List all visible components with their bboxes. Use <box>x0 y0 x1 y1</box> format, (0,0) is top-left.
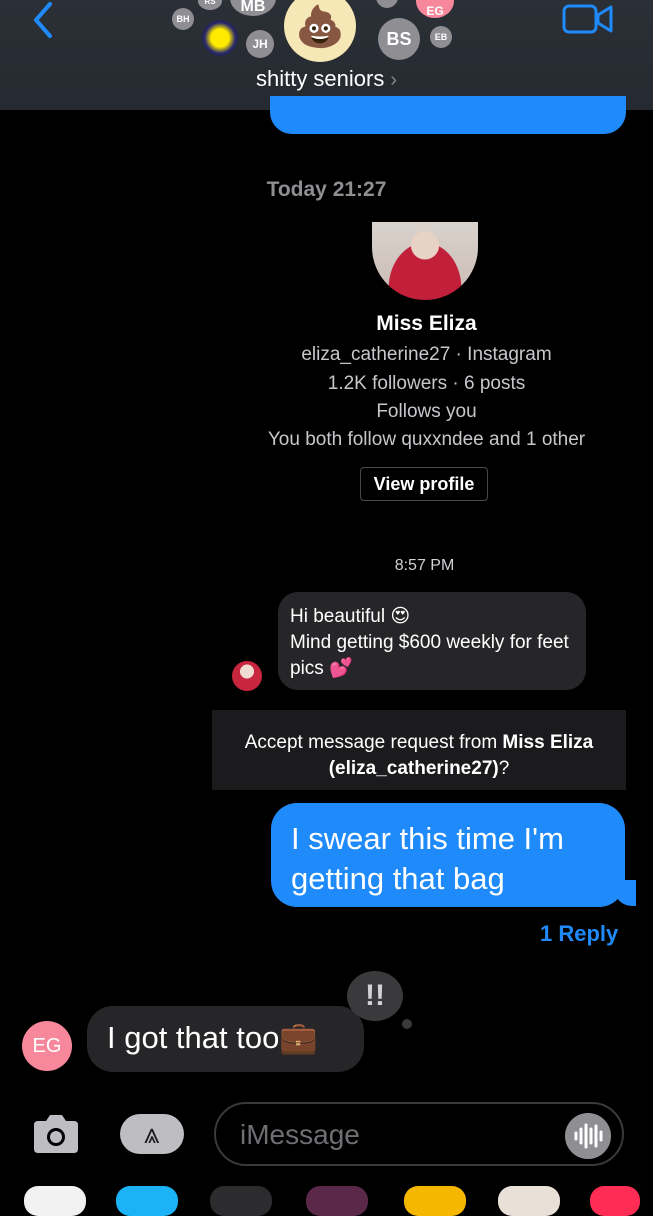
dock-app-7[interactable] <box>590 1186 640 1216</box>
message-input-field[interactable] <box>214 1102 624 1166</box>
conversation-header: BH RS MB JH 💩 EG BS EB shitty seniors › <box>0 0 653 110</box>
avatar-eg-top[interactable]: EG <box>416 0 454 18</box>
profile-stats: 1.2K followers · 6 posts <box>327 373 526 394</box>
dock-app-5[interactable] <box>404 1186 466 1216</box>
view-profile-button[interactable]: View profile <box>360 467 488 501</box>
outgoing-message-bubble[interactable]: I swear this time I'm getting that bag <box>271 803 625 907</box>
avatar-bs[interactable]: BS <box>378 18 420 60</box>
avatar-jh[interactable]: JH <box>246 30 274 58</box>
audio-message-icon[interactable] <box>565 1113 611 1159</box>
dock-app-2[interactable] <box>116 1186 178 1216</box>
avatar-yellow-photo[interactable] <box>202 20 238 56</box>
app-store-glyph: ⩓ <box>144 1117 160 1149</box>
back-chevron-icon[interactable] <box>28 0 58 40</box>
avatar-eb[interactable]: EB <box>430 26 452 48</box>
request-message-bubble[interactable]: Hi beautiful 😍 Mind getting $600 weekly … <box>278 592 586 690</box>
dock-app-3[interactable] <box>210 1186 272 1216</box>
avatar-poop[interactable]: 💩 <box>284 0 356 62</box>
reply-count-link[interactable]: 1 Reply <box>540 921 618 947</box>
eg-avatar[interactable]: EG <box>22 1021 72 1071</box>
thread-timestamp: Today 21:27 <box>266 178 387 201</box>
avatar-grey-top[interactable] <box>376 0 398 8</box>
avatar-mb[interactable]: MB <box>230 0 276 16</box>
profile-name: Miss Eliza <box>376 312 477 335</box>
previous-outgoing-bubble[interactable] <box>270 96 626 134</box>
accept-prefix: Accept message request from <box>244 732 503 753</box>
group-name[interactable]: shitty seniors › <box>0 66 653 92</box>
message-input[interactable] <box>238 1116 562 1154</box>
dock-app-6[interactable] <box>498 1186 560 1216</box>
dock-app-1[interactable] <box>24 1186 86 1216</box>
group-name-label: shitty seniors <box>255 66 385 91</box>
accept-request-banner[interactable]: Accept message request from Miss Eliza (… <box>212 710 626 790</box>
video-call-icon[interactable] <box>562 2 614 36</box>
dock-app-4[interactable] <box>306 1186 368 1216</box>
profile-photo[interactable] <box>372 222 478 300</box>
request-time: 8:57 PM <box>394 557 455 574</box>
request-message-line1: Hi beautiful 😍 <box>290 606 411 627</box>
request-message-line2: Mind getting $600 weekly for feet pics 💕 <box>290 632 569 679</box>
tapback-tail-dot <box>402 1019 412 1029</box>
sender-avatar[interactable] <box>232 661 262 691</box>
exclamation-tapback-icon[interactable]: !! <box>347 971 403 1021</box>
profile-mutuals: You both follow quxxndee and 1 other <box>267 429 586 450</box>
camera-icon[interactable] <box>30 1113 82 1155</box>
profile-follows: Follows you <box>376 401 477 422</box>
poop-emoji-icon: 💩 <box>295 4 345 49</box>
incoming-message-bubble[interactable]: I got that too💼 <box>87 1006 364 1072</box>
profile-handle: eliza_catherine27 · Instagram <box>301 344 552 365</box>
app-store-icon[interactable]: ⩓ <box>120 1114 184 1154</box>
avatar-bh[interactable]: BH <box>172 8 194 30</box>
accept-suffix: ? <box>498 758 510 779</box>
chevron-right-icon: › <box>390 69 398 91</box>
avatar-rs[interactable]: RS <box>198 0 222 10</box>
